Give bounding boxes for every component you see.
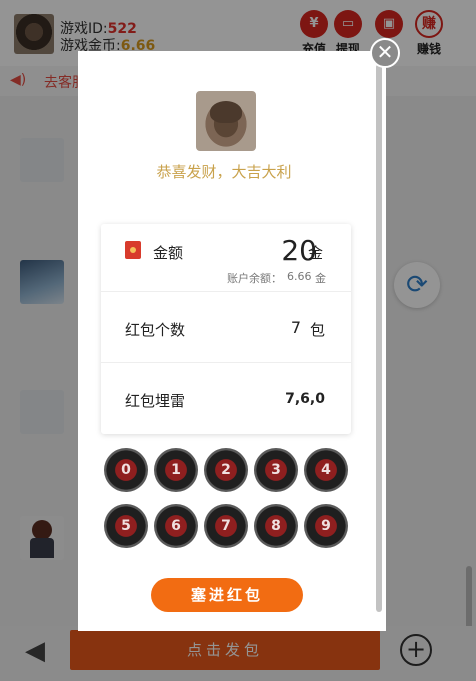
greeting-text: 恭喜发财，大吉大利 [156, 163, 292, 181]
digit-button-8[interactable]: 8 [254, 504, 298, 548]
mines-value: 7,6,0 [285, 391, 325, 407]
mines-row[interactable]: 红包埋雷 7,6,0 [101, 364, 351, 434]
balance-label: 账户余额： [227, 272, 282, 285]
digit-button-3[interactable]: 3 [254, 448, 298, 492]
close-icon[interactable]: ✕ [370, 38, 400, 68]
submit-redpacket-button[interactable]: 塞进红包 [151, 578, 303, 612]
digit-button-6[interactable]: 6 [154, 504, 198, 548]
balance-value: 6.66 [287, 270, 312, 283]
sender-avatar [196, 91, 256, 151]
digit-keypad: 0 1 2 3 4 5 6 7 8 9 [104, 448, 354, 548]
modal-scrollbar[interactable] [376, 64, 382, 612]
digit-button-4[interactable]: 4 [304, 448, 348, 492]
digit-button-2[interactable]: 2 [204, 448, 248, 492]
count-input[interactable]: 7 [281, 318, 301, 337]
balance-unit: 金 [315, 272, 326, 285]
count-row[interactable]: 红包个数 7 包 [101, 293, 351, 363]
redpacket-icon [125, 241, 141, 259]
digit-button-1[interactable]: 1 [154, 448, 198, 492]
amount-unit: 金 [308, 244, 324, 262]
count-label: 红包个数 [125, 321, 186, 339]
mines-label: 红包埋雷 [125, 392, 186, 410]
count-unit: 包 [310, 321, 326, 339]
redpacket-form: 金额 20 金 账户余额： 6.66 金 红包个数 7 包 红包埋雷 7,6,0 [101, 224, 351, 434]
digit-button-9[interactable]: 9 [304, 504, 348, 548]
amount-row[interactable]: 金额 20 金 账户余额： 6.66 金 [101, 224, 351, 292]
redpacket-modal: 恭喜发财，大吉大利 金额 20 金 账户余额： 6.66 金 红包个数 7 包 … [78, 51, 386, 631]
digit-button-7[interactable]: 7 [204, 504, 248, 548]
digit-button-5[interactable]: 5 [104, 504, 148, 548]
digit-button-0[interactable]: 0 [104, 448, 148, 492]
amount-label: 金额 [153, 244, 184, 262]
